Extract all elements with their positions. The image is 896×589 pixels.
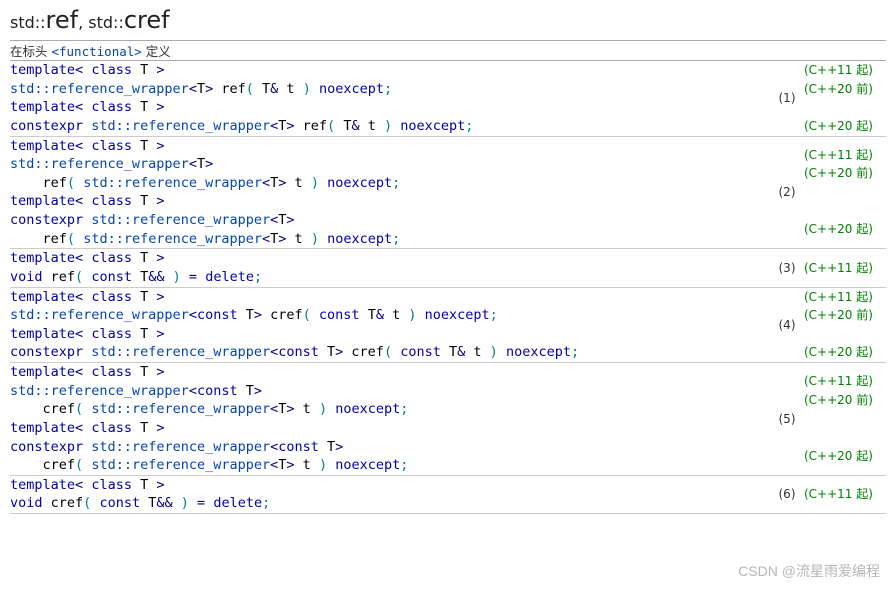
decl-row-5: template< class T > std::reference_wrapp…: [10, 363, 886, 476]
watermark: CSDN @流星雨爱编程: [738, 561, 880, 581]
decl-num-4: (4): [770, 287, 804, 363]
decl-code-4: template< class T > std::reference_wrapp…: [10, 287, 770, 363]
decl-row-6: template< class T > void cref( const T&&…: [10, 475, 886, 513]
decl-row-4: template< class T > std::reference_wrapp…: [10, 287, 886, 363]
decl-code-1: template< class T > std::reference_wrapp…: [10, 61, 770, 137]
decl-num-3: (3): [770, 249, 804, 287]
decl-since-1: (C++11 起) (C++20 前) (C++20 起): [804, 61, 886, 137]
decl-num-5: (5): [770, 363, 804, 476]
decl-code-3: template< class T > void ref( const T&& …: [10, 249, 770, 287]
decl-since-2: (C++11 起) (C++20 前) (C++20 起): [804, 136, 886, 249]
decl-num-2: (2): [770, 136, 804, 249]
decl-num-1: (1): [770, 61, 804, 137]
declarations-table: 在标头 <functional> 定义 template< class T > …: [10, 40, 886, 514]
decl-num-6: (6): [770, 475, 804, 513]
decl-since-4: (C++11 起) (C++20 前) (C++20 起): [804, 287, 886, 363]
decl-since-5: (C++11 起) (C++20 前) (C++20 起): [804, 363, 886, 476]
decl-row-2: template< class T > std::reference_wrapp…: [10, 136, 886, 249]
decl-since-6: (C++11 起): [804, 475, 886, 513]
decl-row-1: template< class T > std::reference_wrapp…: [10, 61, 886, 137]
decl-row-3: template< class T > void ref( const T&& …: [10, 249, 886, 287]
decl-since-3: (C++11 起): [804, 249, 886, 287]
header-definition: 在标头 <functional> 定义: [10, 41, 886, 61]
decl-code-5: template< class T > std::reference_wrapp…: [10, 363, 770, 476]
decl-code-6: template< class T > void cref( const T&&…: [10, 475, 770, 513]
page-title: std::ref, std::cref: [10, 6, 886, 34]
decl-code-2: template< class T > std::reference_wrapp…: [10, 136, 770, 249]
